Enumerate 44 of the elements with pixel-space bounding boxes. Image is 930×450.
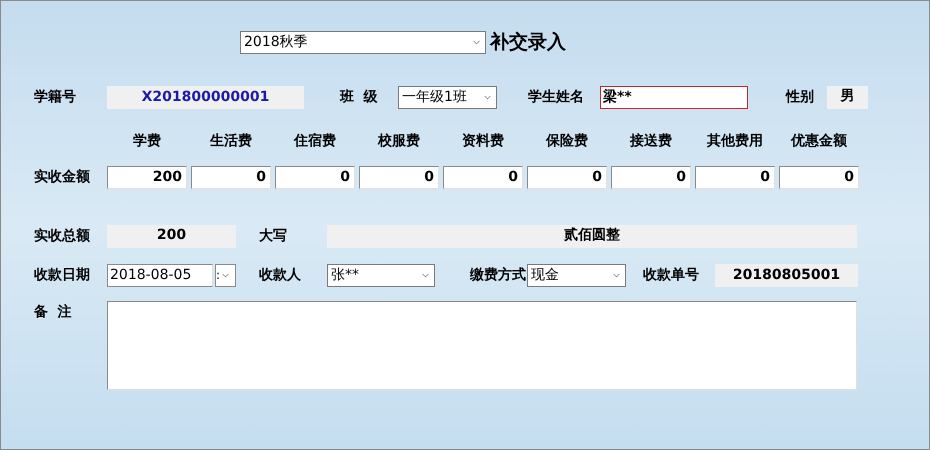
- field-label: 学籍号: [34, 88, 77, 106]
- gender-field: 男: [827, 86, 868, 108]
- field-label: 实收总额: [34, 226, 91, 246]
- amount-field[interactable]: 0: [275, 166, 355, 188]
- column-header: 学费: [132, 132, 162, 150]
- amount-field[interactable]: 0: [779, 166, 859, 188]
- window-title: 补交录入: [490, 30, 566, 55]
- class-select[interactable]: 一年级1班: [398, 86, 497, 108]
- field-label: 收款单号: [643, 266, 700, 284]
- column-header: 住宿费: [292, 132, 337, 150]
- notes-field[interactable]: [107, 300, 857, 390]
- field-label: 性别: [786, 88, 815, 106]
- term-select[interactable]: 2018秋季: [240, 30, 486, 54]
- column-header: 资料费: [461, 132, 505, 150]
- field-label: 班 级: [340, 88, 379, 106]
- field-label: 备 注: [34, 302, 73, 322]
- amount-field[interactable]: 0: [359, 166, 439, 188]
- amount-field[interactable]: 0: [695, 166, 775, 188]
- amount-field[interactable]: 0: [191, 166, 271, 188]
- payee-select[interactable]: 张**: [327, 264, 435, 286]
- row-label: 实收金额: [34, 168, 91, 186]
- amount-field[interactable]: 0: [527, 166, 607, 188]
- amount-field[interactable]: 200: [107, 166, 187, 188]
- total-field: 200: [107, 224, 236, 248]
- column-header: 保险费: [544, 132, 589, 150]
- payment-method-select[interactable]: 现金: [527, 264, 626, 286]
- field-label: 缴费方式: [470, 266, 527, 284]
- column-header: 优惠金额: [790, 132, 848, 150]
- date-field[interactable]: 2018-08-05: [107, 264, 213, 286]
- amount-in-words-field: 贰佰圆整: [327, 224, 857, 248]
- student-id-field: X201800000001: [107, 86, 304, 108]
- field-label: 大写: [259, 226, 288, 246]
- date-picker-button[interactable]: :: [215, 264, 236, 286]
- student-name-field[interactable]: 梁**: [600, 86, 748, 108]
- receipt-number-field: 20180805001: [715, 264, 858, 286]
- amount-field[interactable]: 0: [443, 166, 523, 188]
- amount-field[interactable]: 0: [611, 166, 691, 188]
- column-header: 其他费用: [706, 132, 764, 150]
- column-header: 生活费: [208, 132, 253, 150]
- field-label: 学生姓名: [528, 88, 585, 106]
- field-label: 收款人: [259, 266, 302, 284]
- column-header: 校服费: [376, 132, 421, 150]
- column-header: 接送费: [628, 132, 673, 150]
- field-label: 收款日期: [34, 266, 91, 284]
